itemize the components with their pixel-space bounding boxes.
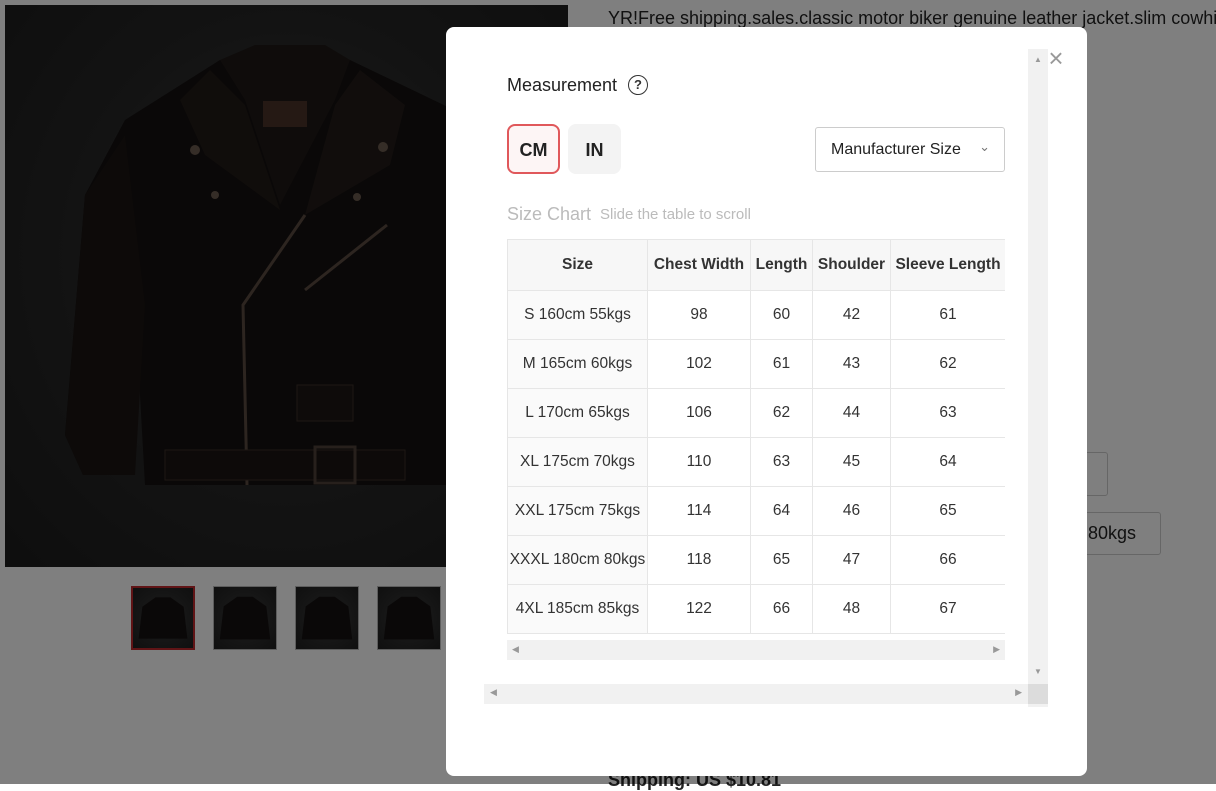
measurement-cell: 61 <box>890 290 1005 340</box>
measurement-cell: 62 <box>750 388 813 438</box>
scrollbar-corner <box>1028 684 1048 704</box>
table-horizontal-scrollbar[interactable]: ◀ ▶ <box>507 640 1005 660</box>
measurement-cell: 122 <box>647 584 751 634</box>
unit-cm-button[interactable]: CM <box>507 124 560 174</box>
size-cell: XXXL 180cm 80kgs <box>507 535 648 585</box>
measurement-cell: 65 <box>890 486 1005 536</box>
size-cell: M 165cm 60kgs <box>507 339 648 389</box>
unit-in-button[interactable]: IN <box>568 124 621 174</box>
measurement-cell: 110 <box>647 437 751 487</box>
size-cell: XL 175cm 70kgs <box>507 437 648 487</box>
column-header: Shoulder <box>812 239 891 291</box>
measurement-cell: 65 <box>750 535 813 585</box>
chevron-down-icon: ⌄ <box>979 139 990 154</box>
measurement-cell: 47 <box>812 535 891 585</box>
size-cell: 4XL 185cm 85kgs <box>507 584 648 634</box>
table-row: XL 175cm 70kgs 110 63 45 64 <box>507 437 1005 487</box>
measurement-cell: 106 <box>647 388 751 438</box>
modal-horizontal-scrollbar[interactable]: ◀ ▶ <box>484 684 1028 704</box>
column-header: Sleeve Length <box>890 239 1005 291</box>
scroll-right-icon[interactable]: ▶ <box>1015 687 1022 698</box>
measurement-cell: 43 <box>812 339 891 389</box>
measurement-cell: 45 <box>812 437 891 487</box>
scroll-left-icon[interactable]: ◀ <box>512 644 519 655</box>
size-cell: L 170cm 65kgs <box>507 388 648 438</box>
measurement-title: Measurement <box>507 75 618 95</box>
scroll-right-icon[interactable]: ▶ <box>993 644 1000 655</box>
measurement-cell: 66 <box>890 535 1005 585</box>
size-system-select-value: Manufacturer Size <box>831 141 961 158</box>
measurement-cell: 42 <box>812 290 891 340</box>
size-table: Size Chest Width Length Shoulder Sleeve … <box>507 239 1005 634</box>
scroll-left-icon[interactable]: ◀ <box>490 687 497 698</box>
size-chart-hint: Slide the table to scroll <box>600 206 751 223</box>
size-cell: S 160cm 55kgs <box>507 290 648 340</box>
measurement-cell: 60 <box>750 290 813 340</box>
modal-vertical-scrollbar[interactable]: ▲ ▼ <box>1028 49 1048 707</box>
measurement-cell: 64 <box>750 486 813 536</box>
measurement-cell: 66 <box>750 584 813 634</box>
table-row: 4XL 185cm 85kgs 122 66 48 67 <box>507 584 1005 634</box>
measurement-cell: 98 <box>647 290 751 340</box>
measurement-cell: 61 <box>750 339 813 389</box>
column-header: Size <box>507 239 648 291</box>
measurement-cell: 63 <box>890 388 1005 438</box>
table-row: XXXL 180cm 80kgs 118 65 47 66 <box>507 535 1005 585</box>
table-row: M 165cm 60kgs 102 61 43 62 <box>507 339 1005 389</box>
measurement-cell: 62 <box>890 339 1005 389</box>
measurement-cell: 67 <box>890 584 1005 634</box>
table-row: L 170cm 65kgs 106 62 44 63 <box>507 388 1005 438</box>
size-chart-title: Size Chart <box>507 204 592 224</box>
size-table-scroll-area[interactable]: Size Chest Width Length Shoulder Sleeve … <box>507 239 1005 661</box>
table-header-row: Size Chest Width Length Shoulder Sleeve … <box>507 239 1005 291</box>
help-icon[interactable]: ? <box>628 75 648 95</box>
scroll-up-icon[interactable]: ▲ <box>1028 55 1048 64</box>
measurement-cell: 44 <box>812 388 891 438</box>
measurement-cell: 63 <box>750 437 813 487</box>
size-system-select[interactable]: Manufacturer Size ⌄ <box>815 127 1005 172</box>
measurement-cell: 102 <box>647 339 751 389</box>
column-header: Length <box>750 239 813 291</box>
column-header: Chest Width <box>647 239 751 291</box>
table-row: XXL 175cm 75kgs 114 64 46 65 <box>507 486 1005 536</box>
measurement-cell: 48 <box>812 584 891 634</box>
measurement-cell: 114 <box>647 486 751 536</box>
measurement-cell: 118 <box>647 535 751 585</box>
measurement-cell: 64 <box>890 437 1005 487</box>
size-chart-modal: × Measurement ? CM IN Manufacturer Size … <box>446 27 1087 776</box>
size-cell: XXL 175cm 75kgs <box>507 486 648 536</box>
scroll-down-icon[interactable]: ▼ <box>1028 667 1048 676</box>
measurement-cell: 46 <box>812 486 891 536</box>
table-row: S 160cm 55kgs 98 60 42 61 <box>507 290 1005 340</box>
